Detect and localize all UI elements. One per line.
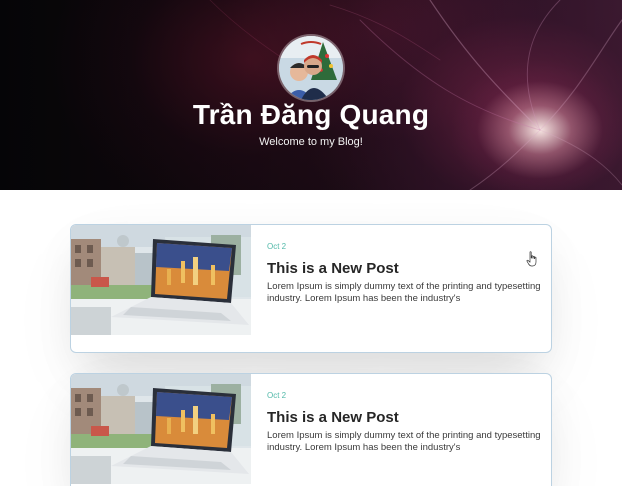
post-date: Oct 2 <box>267 391 287 400</box>
blog-owner-name: Trần Đăng Quang <box>192 99 430 130</box>
laptop-city-image <box>71 374 251 484</box>
post-thumbnail[interactable] <box>71 225 251 335</box>
post-card[interactable]: Oct 2 This is a New Post Lorem Ipsum is … <box>70 224 552 353</box>
post-thumbnail[interactable] <box>71 374 251 484</box>
post-date: Oct 2 <box>267 242 287 251</box>
blog-page: Trần Đăng Quang Welcome to my Blog! Oct … <box>0 0 622 486</box>
post-excerpt: Lorem Ipsum is simply dummy text of the … <box>267 430 541 453</box>
hero-header: Trần Đăng Quang Welcome to my Blog! <box>0 0 622 190</box>
post-card[interactable]: Oct 2 This is a New Post Lorem Ipsum is … <box>70 373 552 486</box>
post-excerpt: Lorem Ipsum is simply dummy text of the … <box>267 281 541 304</box>
hand-pointer-icon <box>526 251 537 267</box>
blog-subtitle: Welcome to my Blog! <box>259 136 363 148</box>
post-title[interactable]: This is a New Post <box>267 409 399 427</box>
avatar-photo <box>279 36 343 100</box>
avatar[interactable] <box>279 36 343 100</box>
laptop-city-image <box>71 225 251 335</box>
post-title[interactable]: This is a New Post <box>267 260 399 278</box>
